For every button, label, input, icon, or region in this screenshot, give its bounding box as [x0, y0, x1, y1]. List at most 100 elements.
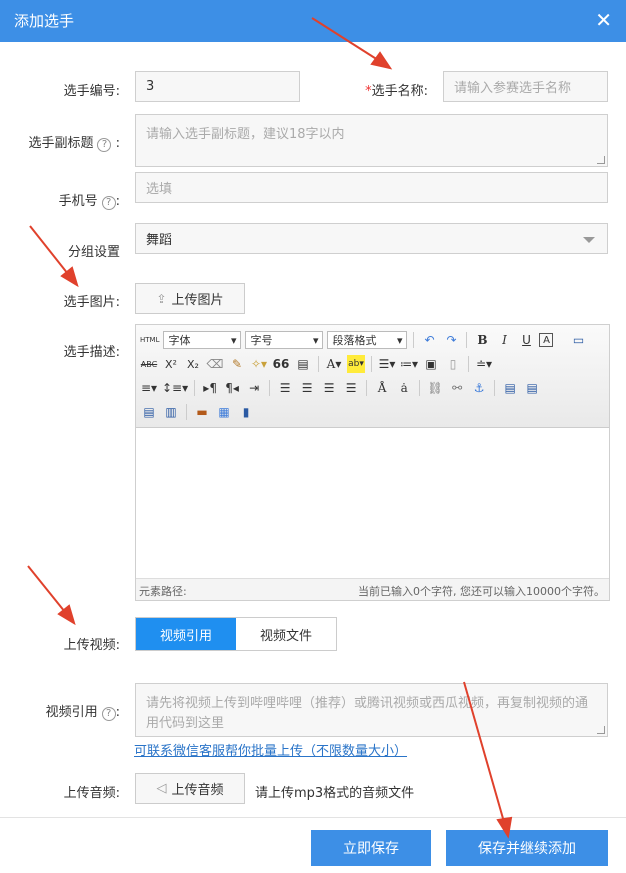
paste-text-icon[interactable]: ▤ — [294, 355, 312, 373]
chevron-down-icon — [583, 237, 595, 243]
insert-video-icon[interactable]: ▮ — [237, 403, 255, 421]
image-label: 选手图片: — [63, 295, 120, 310]
desc-label: 选手描述: — [63, 345, 120, 360]
to-uppercase-icon[interactable]: Å — [373, 379, 391, 397]
auto-format-icon[interactable]: ✧▾ — [250, 355, 268, 373]
editor-content-area[interactable] — [136, 429, 609, 579]
bold-button[interactable]: B — [473, 331, 491, 349]
phone-label-text: 手机号 — [58, 194, 98, 209]
unordered-list-icon[interactable]: ≔▾ — [400, 355, 418, 373]
insert-table-icon[interactable]: ▦ — [215, 403, 233, 421]
eraser-icon[interactable]: ⌫ — [206, 355, 224, 373]
video-ref-textarea[interactable]: 请先将视频上传到哔哩哔哩（推荐）或腾讯视频或西瓜视频，再复制视频的通用代码到这里 — [135, 683, 608, 737]
font-size-select[interactable]: 字号 ▾ — [245, 331, 324, 349]
toolbar-divider — [466, 332, 468, 348]
name-input[interactable]: 请输入参赛选手名称 — [443, 71, 608, 102]
subtitle-label-text: 选手副标题 — [28, 136, 94, 151]
preview-icon[interactable]: ▭ — [569, 331, 587, 349]
font-color-button[interactable]: A ▾ — [325, 355, 343, 373]
highlight-icon[interactable]: ab▾ — [347, 355, 365, 373]
insert-image-icon[interactable]: ▬ — [193, 403, 211, 421]
align-center-icon[interactable]: ☰ — [298, 379, 316, 397]
toolbar-row-1: HTML 字体 ▾ 字号 ▾ 段落格式 ▾ ↶ ↷ B I U A ▭ — [140, 330, 587, 350]
align-justify-icon[interactable]: ☰ — [342, 379, 360, 397]
group-select[interactable]: 舞蹈 — [135, 223, 608, 254]
video-tabs: 视频引用 视频文件 — [135, 617, 337, 651]
align-right-icon[interactable]: ☰ — [320, 379, 338, 397]
resize-grip-icon[interactable] — [597, 726, 605, 734]
indent-icon[interactable]: ⇥ — [245, 379, 263, 397]
paragraph-spacing-icon[interactable]: ≡▾ — [140, 379, 158, 397]
font-combo-label: 字体 — [168, 334, 191, 347]
line-height-icon[interactable]: ≐▾ — [475, 355, 493, 373]
arrowhead-icon — [370, 51, 393, 70]
superscript-button[interactable]: X² — [162, 355, 180, 373]
number-input[interactable]: 3 — [135, 71, 300, 102]
toolbar-row-2: ABC X² X₂ ⌫ ✎ ✧▾ 66 ▤ A ▾ ab▾ ☰▾ ≔▾ ▣ ▯ ≐… — [140, 354, 493, 374]
align-left-icon[interactable]: ☰ — [276, 379, 294, 397]
phone-input[interactable]: 选填 — [135, 172, 608, 203]
video-ref-label-text: 视频引用 — [45, 705, 98, 720]
save-continue-button[interactable]: 保存并继续添加 — [446, 830, 608, 866]
help-icon[interactable]: ? — [101, 196, 116, 210]
dialog-title: 添加选手 — [14, 12, 75, 30]
toolbar-divider — [366, 380, 368, 396]
help-icon[interactable]: ? — [101, 707, 116, 721]
editor-toolbar: HTML 字体 ▾ 字号 ▾ 段落格式 ▾ ↶ ↷ B I U A ▭ ABC X² … — [136, 325, 609, 428]
subscript-button[interactable]: X₂ — [184, 355, 202, 373]
phone-colon: : — [115, 194, 120, 209]
group-label: 分组设置 — [67, 245, 120, 260]
subtitle-textarea[interactable]: 请输入选手副标题，建议18字以内 — [135, 114, 608, 167]
video-ref-placeholder: 请先将视频上传到哔哩哔哩（推荐）或腾讯视频或西瓜视频，再复制视频的通用代码到这里 — [146, 696, 589, 731]
image-float-right-icon[interactable]: ▤ — [523, 379, 541, 397]
rtl-icon[interactable]: ¶◂ — [223, 379, 241, 397]
help-icon[interactable]: ? — [97, 138, 112, 152]
toolbar-divider — [419, 380, 421, 396]
toolbar-divider — [194, 380, 196, 396]
strikethrough-button[interactable]: ABC — [140, 355, 158, 373]
redo-icon[interactable]: ↷ — [442, 331, 460, 349]
close-icon[interactable]: ✕ — [595, 8, 612, 32]
italic-button[interactable]: I — [495, 331, 513, 349]
format-brush-icon[interactable]: ✎ — [228, 355, 246, 373]
tab-video-file[interactable]: 视频文件 — [236, 618, 336, 650]
name-label: *选手名称: — [340, 80, 428, 99]
image-center-icon[interactable]: ▥ — [162, 403, 180, 421]
caret-down-icon: ▾ — [230, 333, 237, 347]
number-label: 选手编号: — [63, 84, 120, 99]
save-button[interactable]: 立即保存 — [311, 830, 431, 866]
underline-button[interactable]: U — [517, 331, 535, 349]
blockquote-button[interactable]: 66 — [272, 355, 290, 373]
to-lowercase-icon[interactable]: ȧ — [395, 379, 413, 397]
video-label: 上传视频: — [63, 638, 120, 653]
clear-doc-icon[interactable]: ▯ — [444, 355, 462, 373]
upload-audio-button[interactable]: ◁ 上传音频 — [135, 773, 245, 804]
audio-label: 上传音频: — [63, 786, 120, 801]
link-icon[interactable]: ⛓ — [426, 379, 444, 397]
batch-upload-link[interactable]: 可联系微信客服帮你批量上传（不限数量大小） — [134, 740, 407, 759]
speaker-icon: ◁ — [156, 781, 167, 796]
upload-image-label: 上传图片 — [171, 293, 224, 308]
font-border-icon[interactable]: A — [539, 333, 554, 347]
name-label-text: 选手名称: — [371, 84, 428, 99]
toolbar-divider — [494, 380, 496, 396]
html-source-button[interactable]: HTML — [140, 331, 159, 349]
arrowhead-icon — [57, 604, 76, 626]
video-ref-colon: : — [115, 705, 120, 720]
unlink-icon[interactable]: ⚯ — [448, 379, 466, 397]
upload-image-button[interactable]: ⇪ 上传图片 — [135, 283, 245, 314]
resize-grip-icon[interactable] — [597, 156, 605, 164]
ltr-icon[interactable]: ▸¶ — [201, 379, 219, 397]
tab-video-reference[interactable]: 视频引用 — [136, 618, 236, 650]
toolbar-row-4: ▤ ▥ ▬ ▦ ▮ — [140, 402, 255, 422]
image-block-icon[interactable]: ▤ — [140, 403, 158, 421]
select-all-icon[interactable]: ▣ — [422, 355, 440, 373]
ordered-list-icon[interactable]: ☰▾ — [378, 355, 396, 373]
anchor-icon[interactable]: ⚓ — [470, 379, 488, 397]
image-float-left-icon[interactable]: ▤ — [501, 379, 519, 397]
rich-text-editor[interactable]: HTML 字体 ▾ 字号 ▾ 段落格式 ▾ ↶ ↷ B I U A ▭ ABC X² … — [135, 324, 610, 601]
undo-icon[interactable]: ↶ — [420, 331, 438, 349]
row-spacing-icon[interactable]: ↕≡▾ — [162, 379, 188, 397]
font-family-select[interactable]: 字体 ▾ — [163, 331, 242, 349]
paragraph-format-select[interactable]: 段落格式 ▾ — [327, 331, 408, 349]
